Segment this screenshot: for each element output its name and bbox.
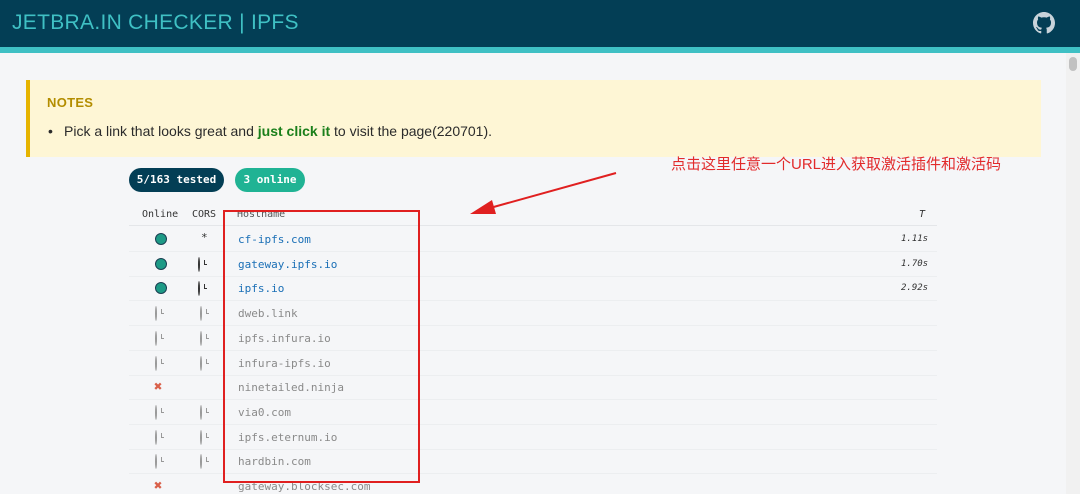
notes-title: NOTES — [47, 95, 94, 110]
bullet-icon: • — [48, 123, 53, 139]
notes-panel: NOTES • Pick a link that looks great and … — [26, 80, 1041, 157]
online-status-icon — [155, 282, 167, 295]
failed-status-icon: ✖ — [154, 379, 163, 396]
notes-text-before: Pick a link that looks great and — [64, 123, 258, 139]
column-header-cors: CORS — [192, 209, 217, 220]
pending-clock-icon — [155, 355, 157, 371]
cors-clock-icon — [200, 454, 202, 470]
cors-clock-icon — [198, 256, 200, 272]
header-accent-stripe — [0, 47, 1080, 53]
cors-clock-icon — [200, 330, 202, 346]
notes-item: • Pick a link that looks great and just c… — [48, 123, 492, 139]
scrollbar-thumb[interactable] — [1069, 57, 1077, 71]
page-scrollbar[interactable] — [1066, 53, 1080, 494]
pending-clock-icon — [155, 330, 157, 346]
tested-count-badge: 5/163 tested — [129, 168, 224, 192]
cors-clock-icon — [200, 404, 202, 420]
notes-highlight: just click it — [257, 123, 331, 139]
cors-clock-icon — [198, 281, 200, 297]
cors-clock-icon — [200, 306, 202, 322]
response-time: 2.92s — [901, 283, 929, 294]
cors-clock-icon — [200, 429, 202, 445]
annotation-highlight-box — [223, 210, 420, 483]
column-header-online: Online — [142, 209, 179, 220]
pending-clock-icon — [155, 404, 157, 420]
online-count-badge: 3 online — [235, 168, 305, 192]
cors-value: * — [201, 231, 208, 244]
pending-clock-icon — [155, 429, 157, 445]
response-time: 1.70s — [901, 258, 929, 269]
github-icon[interactable] — [1033, 12, 1055, 34]
response-time: 1.11s — [901, 234, 929, 244]
cors-clock-icon — [200, 355, 202, 371]
app-header: JETBRA.IN CHECKER | IPFS — [0, 0, 1080, 47]
online-status-icon — [155, 257, 167, 270]
failed-status-icon: ✖ — [154, 478, 163, 494]
online-status-icon — [155, 233, 167, 245]
pending-clock-icon — [155, 454, 157, 470]
app-title: JETBRA.IN CHECKER | IPFS — [12, 11, 299, 34]
notes-text-after: to visit the page(220701). — [330, 123, 493, 139]
annotation-text: 点击这里任意一个URL进入获取激活插件和激活码 — [671, 156, 1002, 173]
pending-clock-icon — [155, 306, 157, 322]
column-header-time: T — [919, 209, 926, 220]
